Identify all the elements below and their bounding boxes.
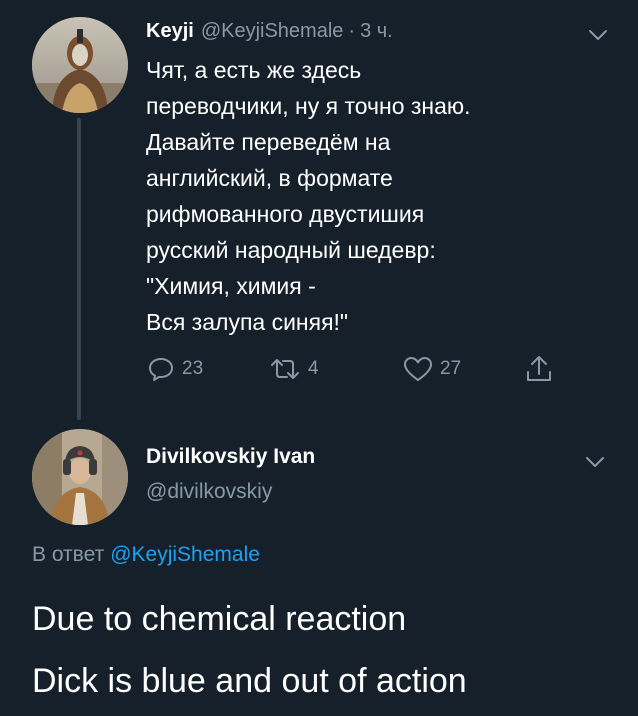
tweet-text-line: "Химия, химия - bbox=[146, 273, 316, 299]
tweet-header: Keyji @KeyjiShemale · 3 ч. bbox=[146, 20, 393, 46]
author-name[interactable]: Divilkovskiy Ivan bbox=[146, 445, 315, 469]
avatar-man-in-ushanka-icon bbox=[32, 429, 128, 525]
reply-count: 23 bbox=[182, 358, 204, 379]
reply-icon bbox=[149, 358, 173, 381]
share-button[interactable] bbox=[524, 352, 554, 386]
share-icon bbox=[527, 356, 551, 381]
tweet-thread: Keyji @KeyjiShemale · 3 ч. Чят, а есть ж… bbox=[0, 0, 638, 716]
avatar-keyji[interactable] bbox=[32, 17, 128, 113]
tweet-text-line: рифмованного двустишия bbox=[146, 201, 425, 227]
avatar-divilkovskiy[interactable] bbox=[32, 429, 128, 525]
author-handle[interactable]: @KeyjiShemale bbox=[201, 20, 344, 43]
thread-connector-line bbox=[77, 118, 81, 420]
like-count: 27 bbox=[440, 358, 462, 379]
author-name[interactable]: Keyji bbox=[146, 20, 194, 43]
reply-button[interactable]: 23 bbox=[146, 352, 203, 386]
retweet-button[interactable]: 4 bbox=[268, 352, 319, 386]
tweet-text-line: переводчики, ну я точно знаю. bbox=[146, 93, 471, 119]
reply-prefix: В ответ bbox=[32, 543, 105, 566]
avatar-hooded-figure-icon bbox=[32, 17, 128, 113]
separator-dot: · bbox=[348, 20, 356, 42]
tweet-text-line: Давайте переведём на bbox=[146, 129, 391, 155]
like-button[interactable]: 27 bbox=[402, 352, 461, 386]
heart-icon bbox=[404, 357, 432, 381]
chevron-down-icon bbox=[586, 457, 604, 467]
tweet-text-line: Чят, а есть же здесь bbox=[146, 57, 362, 83]
chevron-down-icon bbox=[589, 30, 607, 40]
tweet-text: Due to chemical reaction Dick is blue an… bbox=[32, 588, 467, 712]
tweet-timestamp[interactable]: 3 ч. bbox=[360, 20, 393, 43]
reply-context: В ответ @KeyjiShemale bbox=[32, 543, 260, 567]
tweet-text-line: Dick is blue and out of action bbox=[32, 662, 467, 700]
tweet-text-line: русский народный шедевр: bbox=[146, 237, 436, 263]
tweet-text: Чят, а есть же здесь переводчики, ну я т… bbox=[146, 52, 616, 340]
tweet-text-line: Due to chemical reaction bbox=[32, 600, 407, 638]
tweet-text-line: Вся залупа синяя!" bbox=[146, 309, 349, 335]
reply-mention-link[interactable]: @KeyjiShemale bbox=[110, 543, 260, 566]
retweet-icon bbox=[271, 359, 299, 379]
tweet-actions: 23 4 27 bbox=[146, 352, 586, 386]
retweet-count: 4 bbox=[308, 358, 319, 379]
tweet-text-line: английский, в формате bbox=[146, 165, 393, 191]
tweet-menu-button[interactable] bbox=[583, 450, 607, 474]
tweet-menu-button[interactable] bbox=[586, 23, 610, 47]
author-handle[interactable]: @divilkovskiy bbox=[146, 480, 272, 504]
